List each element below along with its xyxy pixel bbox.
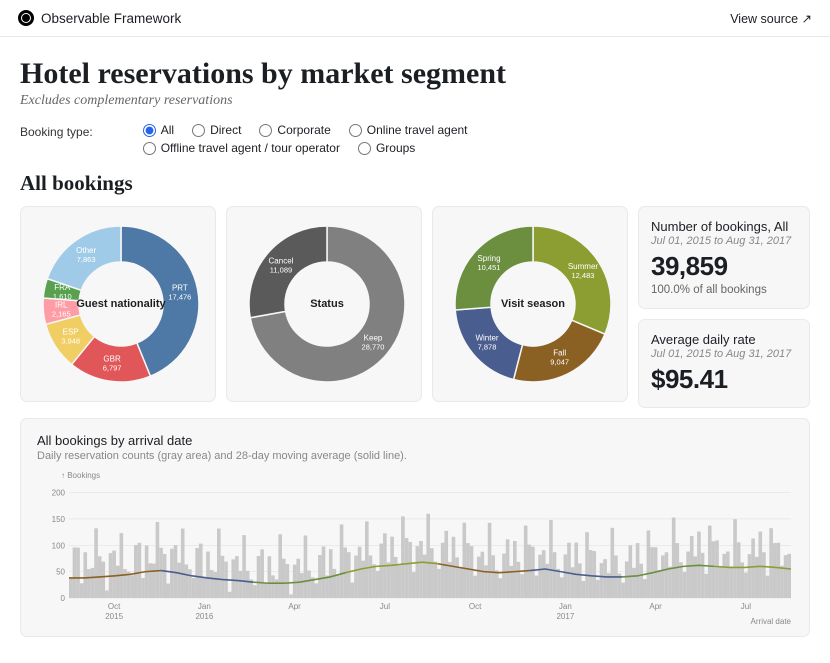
svg-text:Fall: Fall <box>553 349 566 358</box>
svg-text:2017: 2017 <box>556 612 574 621</box>
svg-text:Apr: Apr <box>288 602 301 611</box>
radio-corporate[interactable]: Corporate <box>259 123 330 137</box>
svg-text:28,770: 28,770 <box>362 343 385 352</box>
view-source-link[interactable]: View source <box>730 11 812 26</box>
radio-direct[interactable]: Direct <box>192 123 241 137</box>
svg-text:Status: Status <box>310 298 344 310</box>
filter-label: Booking type: <box>20 123 93 139</box>
svg-text:9,047: 9,047 <box>550 358 569 367</box>
radio-online-travel-agent[interactable]: Online travel agent <box>349 123 468 137</box>
brand[interactable]: Observable Framework <box>18 10 181 26</box>
svg-text:2016: 2016 <box>195 612 213 621</box>
stat-bookings-value: 39,859 <box>651 251 797 282</box>
brand-name: Observable Framework <box>41 11 181 26</box>
svg-text:2,165: 2,165 <box>52 310 71 319</box>
radio-all[interactable]: All <box>143 123 174 137</box>
svg-text:17,476: 17,476 <box>168 292 191 301</box>
page-title: Hotel reservations by market segment <box>20 57 810 91</box>
stat-rate-range: Jul 01, 2015 to Aug 31, 2017 <box>651 348 797 360</box>
chart-bookings-by-date: All bookings by arrival date Daily reser… <box>20 418 810 637</box>
stat-rate: Average daily rate Jul 01, 2015 to Aug 3… <box>638 319 810 408</box>
stat-rate-label: Average daily rate <box>651 332 797 347</box>
svg-text:Jan: Jan <box>559 602 572 611</box>
observable-logo-icon <box>18 10 34 26</box>
svg-text:1,610: 1,610 <box>53 292 72 301</box>
svg-text:Jan: Jan <box>198 602 211 611</box>
svg-text:11,089: 11,089 <box>270 265 292 274</box>
svg-text:Summer: Summer <box>568 262 599 271</box>
radio-groups[interactable]: Groups <box>358 141 415 155</box>
svg-text:Arrival date: Arrival date <box>751 617 792 626</box>
stat-bookings-label: Number of bookings, All <box>651 219 797 234</box>
svg-text:Apr: Apr <box>649 602 662 611</box>
svg-text:6,797: 6,797 <box>103 363 122 372</box>
svg-text:Winter: Winter <box>475 334 498 343</box>
svg-text:Jul: Jul <box>741 602 751 611</box>
svg-text:Keep: Keep <box>364 334 383 343</box>
svg-text:↑ Bookings: ↑ Bookings <box>61 471 100 480</box>
svg-text:GBR: GBR <box>103 354 121 363</box>
svg-text:50: 50 <box>56 568 65 577</box>
svg-text:150: 150 <box>52 515 66 524</box>
timeseries-subtitle: Daily reservation counts (gray area) and… <box>37 450 793 462</box>
section-heading: All bookings <box>20 171 810 196</box>
stat-rate-value: $95.41 <box>651 364 797 395</box>
svg-text:200: 200 <box>52 489 66 498</box>
svg-text:7,878: 7,878 <box>478 343 497 352</box>
svg-text:12,483: 12,483 <box>571 271 594 280</box>
svg-text:7,863: 7,863 <box>77 255 96 264</box>
svg-text:PRT: PRT <box>172 283 188 292</box>
svg-text:Jul: Jul <box>380 602 390 611</box>
stat-bookings: Number of bookings, All Jul 01, 2015 to … <box>638 206 810 309</box>
stat-bookings-sub: 100.0% of all bookings <box>651 284 797 296</box>
svg-text:100: 100 <box>52 541 66 550</box>
svg-text:0: 0 <box>61 594 66 603</box>
chart-guest-nationality: PRT17,476GBR6,797ESP3,948IRL2,165FRA1,61… <box>20 206 216 402</box>
svg-text:IRL: IRL <box>55 301 68 310</box>
booking-type-radiogroup: All Direct Corporate Online travel agent Off… <box>143 123 643 155</box>
svg-text:3,948: 3,948 <box>61 337 80 346</box>
svg-text:2015: 2015 <box>105 612 123 621</box>
radio-offline-travel-agent-tour-operator[interactable]: Offline travel agent / tour operator <box>143 141 340 155</box>
svg-text:Oct: Oct <box>108 602 121 611</box>
chart-visit-season: Summer12,483 Fall9,047 Winter7,878 Spring10… <box>432 206 628 402</box>
timeseries-title: All bookings by arrival date <box>37 433 793 448</box>
page-subtitle: Excludes complementary reservations <box>20 93 810 109</box>
svg-text:Oct: Oct <box>469 602 482 611</box>
svg-text:Visit season: Visit season <box>501 298 565 310</box>
svg-text:Other: Other <box>76 246 96 255</box>
stat-bookings-range: Jul 01, 2015 to Aug 31, 2017 <box>651 235 797 247</box>
svg-text:Cancel: Cancel <box>269 256 294 265</box>
chart-status: Keep28,770 Cancel11,089 Status <box>226 206 422 402</box>
svg-text:ESP: ESP <box>63 328 79 337</box>
svg-text:Spring: Spring <box>477 254 500 263</box>
svg-text:Guest nationality: Guest nationality <box>76 298 166 310</box>
svg-text:10,451: 10,451 <box>478 263 501 272</box>
